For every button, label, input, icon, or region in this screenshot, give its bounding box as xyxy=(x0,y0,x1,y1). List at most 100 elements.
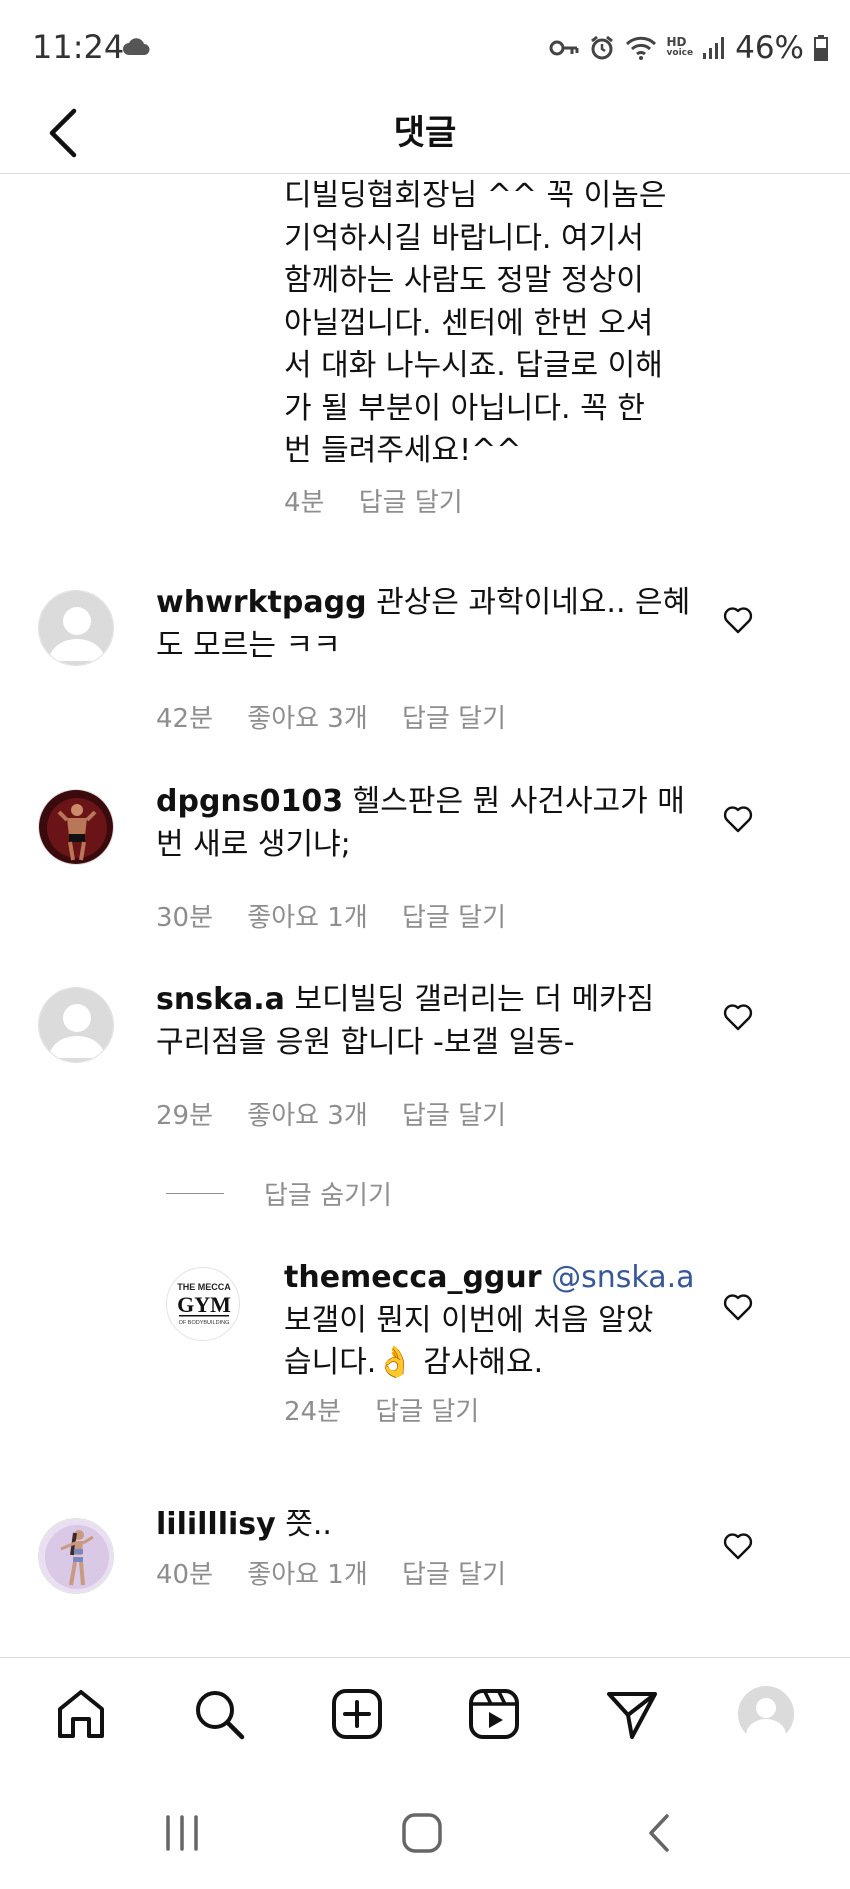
comment-body: 보디빌딩 갤러리는 더 메카짐 xyxy=(284,982,655,1017)
page-title: 댓글 xyxy=(393,113,457,153)
like-button[interactable] xyxy=(720,801,756,837)
comment-meta: 40분 좋아요 1개 답글 달기 xyxy=(156,1554,532,1591)
user-photo-avatar xyxy=(39,790,113,864)
like-count[interactable]: 좋아요 1개 xyxy=(247,903,368,933)
comments-list[interactable]: 디빌딩협회장님 ^^ 꼭 이놈은 기억하시길 바랍니다. 여기서 함께하는 사람… xyxy=(0,175,850,1657)
heart-icon xyxy=(723,607,753,634)
comment-body: 보갤이 뭔지 이번에 처음 알았 xyxy=(284,1302,654,1338)
profile-avatar-icon xyxy=(738,1686,794,1743)
cloud-icon xyxy=(123,38,150,55)
svg-text:OF BODYBUILDING: OF BODYBUILDING xyxy=(179,1320,230,1326)
divider-line xyxy=(166,1193,224,1194)
comment-body: 번 새로 생기냐; xyxy=(156,826,351,862)
avatar[interactable]: THE MECCA GYM OF BODYBUILDING xyxy=(166,1267,240,1341)
default-avatar-icon xyxy=(39,988,113,1062)
comment-body: 관상은 과학이네요.. 은혜 xyxy=(366,585,691,620)
comment-text: lililllisy 쯧.. xyxy=(156,1504,696,1547)
home-button[interactable] xyxy=(392,1803,452,1863)
comment-meta: 29분 좋아요 3개 답글 달기 xyxy=(156,1095,532,1132)
comment-username[interactable]: whwrktpagg xyxy=(156,585,367,620)
comment-text: dpgns0103 헬스판은 뭔 사건사고가 매 번 새로 생기냐; xyxy=(156,781,716,866)
comment-text: snska.a 보디빌딩 갤러리는 더 메카짐 구리점을 응원 합니다 -보갤 … xyxy=(156,979,716,1064)
like-count[interactable]: 좋아요 1개 xyxy=(247,1560,368,1590)
comment-body: 헬스판은 뭔 사건사고가 매 xyxy=(343,784,685,819)
comment-time: 40분 xyxy=(156,1560,214,1590)
comment-line: 가 될 부분이 아닙니다. 꼭 한 xyxy=(284,390,645,426)
battery-icon xyxy=(814,35,828,61)
comment-meta: 24분 답글 달기 xyxy=(284,1391,505,1428)
bottom-navigation xyxy=(0,1657,850,1773)
nav-create[interactable] xyxy=(327,1684,387,1744)
search-icon xyxy=(196,1691,245,1740)
nav-reels[interactable] xyxy=(464,1684,524,1744)
comment-line: 기억하시길 바랍니다. 여기서 xyxy=(284,220,644,256)
like-button[interactable] xyxy=(720,1289,756,1325)
reels-icon xyxy=(469,1689,519,1739)
reply-button[interactable]: 답글 달기 xyxy=(402,704,506,734)
comment-time: 29분 xyxy=(156,1101,214,1131)
comment-body: 쯧.. xyxy=(275,1507,332,1542)
system-navigation-bar xyxy=(0,1773,850,1889)
reply-button[interactable]: 답글 달기 xyxy=(402,903,506,933)
heart-icon xyxy=(723,1004,753,1031)
heart-icon xyxy=(723,1294,753,1321)
status-bar: 11:24 HD voice 46% xyxy=(0,0,850,92)
comment-username[interactable]: lililllisy xyxy=(156,1507,276,1542)
comment-line: 아닐껍니다. 센터에 한번 오셔 xyxy=(284,305,654,341)
mention-link[interactable]: @snska.a xyxy=(542,1260,694,1295)
wifi-icon xyxy=(625,36,656,60)
comment-meta: 4분 답글 달기 xyxy=(284,482,489,519)
comment-line: 번 들려주세요!^^ xyxy=(284,433,522,468)
comment-time: 42분 xyxy=(156,704,214,734)
avatar[interactable] xyxy=(38,1518,114,1594)
hide-replies-button[interactable]: 답글 숨기기 xyxy=(166,1175,392,1212)
comment-username[interactable]: themecca_ggur xyxy=(284,1260,542,1295)
comment-body: 습니다.👌 감사해요. xyxy=(284,1345,544,1380)
comment-line: 서 대화 나누시죠. 답글로 이해 xyxy=(284,348,663,383)
like-button[interactable] xyxy=(720,602,756,638)
reply-button[interactable]: 답글 달기 xyxy=(402,1560,506,1590)
comment-body: 도 모르는 ㅋㅋ xyxy=(156,627,341,663)
comment-line: 디빌딩협회장님 ^^ 꼭 이놈은 xyxy=(284,178,667,213)
alarm-icon xyxy=(590,35,613,60)
home-circle-icon xyxy=(402,1813,442,1853)
like-button[interactable] xyxy=(720,999,756,1035)
create-icon xyxy=(332,1689,382,1739)
gym-logo-avatar: THE MECCA GYM OF BODYBUILDING xyxy=(167,1268,239,1340)
avatar[interactable] xyxy=(38,789,114,865)
comment-username[interactable]: snska.a xyxy=(156,982,285,1017)
svg-text:GYM: GYM xyxy=(177,1292,231,1317)
reply-button[interactable]: 답글 달기 xyxy=(375,1397,479,1427)
recent-apps-button[interactable] xyxy=(152,1803,212,1863)
comment-continued-text: 디빌딩협회장님 ^^ 꼭 이놈은 기억하시길 바랍니다. 여기서 함께하는 사람… xyxy=(284,175,704,473)
system-back-icon xyxy=(649,1814,669,1852)
comment-line: 함께하는 사람도 정말 정상이 xyxy=(284,263,644,298)
status-icons: HD voice 46% xyxy=(549,28,828,68)
comment-time: 4분 xyxy=(284,488,325,518)
nav-profile[interactable] xyxy=(736,1684,796,1744)
signal-icon xyxy=(703,37,725,59)
nav-home[interactable] xyxy=(51,1684,111,1744)
reply-button[interactable]: 답글 달기 xyxy=(402,1101,506,1131)
comment-text: whwrktpagg 관상은 과학이네요.. 은혜 도 모르는 ㅋㅋ xyxy=(156,582,696,667)
nav-search[interactable] xyxy=(189,1684,249,1744)
home-icon xyxy=(58,1690,104,1738)
hd-voice-indicator: HD voice xyxy=(666,35,694,58)
comment-username[interactable]: dpgns0103 xyxy=(156,784,343,819)
avatar[interactable] xyxy=(38,987,114,1063)
like-count[interactable]: 좋아요 3개 xyxy=(247,1101,368,1131)
back-arrow-icon xyxy=(49,108,77,158)
system-back-button[interactable] xyxy=(630,1803,690,1863)
back-button[interactable] xyxy=(46,100,96,166)
like-count[interactable]: 좋아요 3개 xyxy=(247,704,368,734)
status-time: 11:24 xyxy=(32,28,125,66)
nav-direct[interactable] xyxy=(602,1684,662,1744)
hide-replies-label: 답글 숨기기 xyxy=(264,1181,392,1211)
comment-text: themecca_ggur @snska.a 보갤이 뭔지 이번에 처음 알았 … xyxy=(284,1257,704,1385)
reply-button[interactable]: 답글 달기 xyxy=(359,488,463,518)
avatar[interactable] xyxy=(38,590,114,666)
default-avatar-icon xyxy=(39,591,113,665)
recent-apps-icon xyxy=(166,1815,198,1851)
like-button[interactable] xyxy=(720,1528,756,1564)
header: 댓글 xyxy=(0,92,850,174)
